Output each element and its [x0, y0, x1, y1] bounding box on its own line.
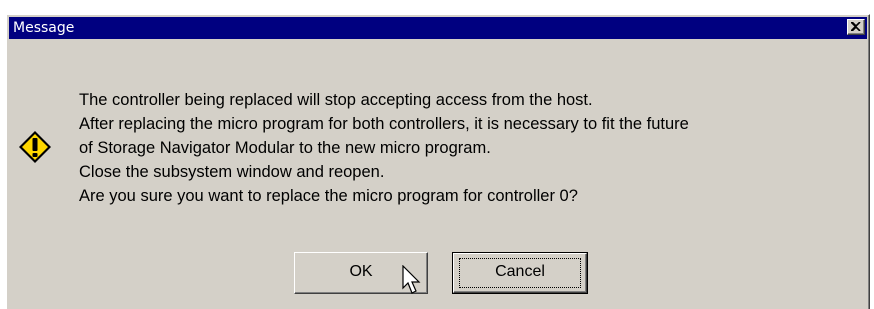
message-line: Are you sure you want to replace the mic… — [79, 187, 578, 205]
message-line: After replacing the micro program for bo… — [79, 115, 689, 133]
mouse-pointer-icon — [402, 265, 421, 294]
message-line: The controller being replaced will stop … — [79, 91, 593, 109]
message-text: The controller being replaced will stop … — [79, 88, 689, 208]
message-line: Close the subsystem window and reopen. — [79, 163, 385, 181]
title-bar[interactable]: Message — [9, 17, 867, 39]
close-icon — [851, 22, 861, 31]
message-line: of Storage Navigator Modular to the new … — [79, 139, 491, 157]
close-button[interactable] — [847, 19, 865, 35]
warning-icon — [19, 131, 51, 163]
message-dialog: Message The controller being replaced wi… — [6, 14, 870, 309]
window-title: Message — [13, 20, 75, 36]
cancel-button-label: Cancel — [495, 263, 545, 280]
cancel-button[interactable]: Cancel — [452, 252, 588, 294]
